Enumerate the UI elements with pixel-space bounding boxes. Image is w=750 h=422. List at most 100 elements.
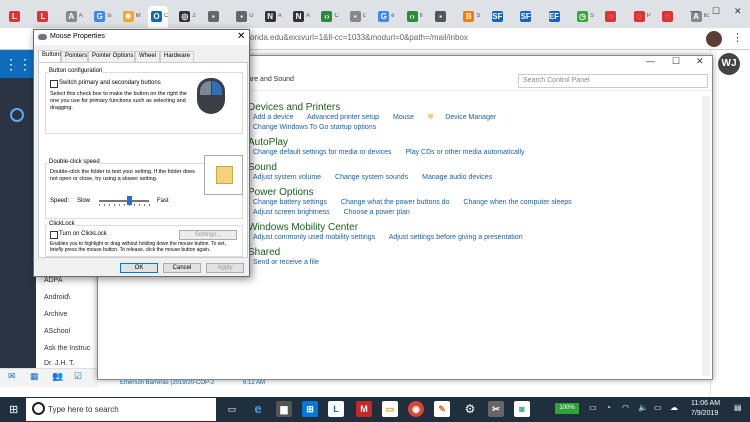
maximize-icon[interactable]: ☐ <box>712 6 720 17</box>
browser-tab[interactable]: L <box>6 6 26 28</box>
close-icon[interactable]: ✕ <box>237 31 245 42</box>
settings-button[interactable]: Settings... <box>179 230 237 240</box>
folder-item[interactable]: ADPA <box>44 277 63 284</box>
browser-tab[interactable]: BS <box>460 6 480 28</box>
tab-pointer-options[interactable]: Pointer Options <box>88 51 135 62</box>
avatar[interactable]: WJ <box>718 53 740 75</box>
battery-indicator[interactable]: 100% <box>555 403 579 414</box>
browser-tab[interactable]: NA <box>262 6 282 28</box>
browser-tab[interactable]: SF <box>517 6 537 28</box>
close-icon[interactable]: ✕ <box>696 56 704 67</box>
snip-icon[interactable]: ✂ <box>488 401 504 417</box>
section-title[interactable]: Devices and Printers <box>248 102 340 113</box>
network-icon[interactable]: ◔ <box>606 403 611 412</box>
onedrive-icon[interactable]: ☁ <box>670 403 678 412</box>
section-link[interactable]: Manage audio devices <box>422 174 492 181</box>
section-title[interactable]: Shared <box>248 247 280 258</box>
chrome-icon[interactable]: ◉ <box>408 401 424 417</box>
volume-icon[interactable]: 🔈 <box>638 403 648 412</box>
clock-time[interactable]: 11:06 AM <box>691 400 720 407</box>
menu-dots-icon[interactable]: ⋮ <box>732 31 743 44</box>
clock-date[interactable]: 7/9/2019 <box>691 410 718 417</box>
tab-buttons[interactable]: Buttons <box>38 50 62 62</box>
browser-tab[interactable]: ✸ M <box>120 6 141 28</box>
profile-icon[interactable] <box>706 31 722 47</box>
test-folder-box[interactable] <box>204 155 243 195</box>
browser-tab[interactable]: L <box>34 6 54 28</box>
section-link[interactable]: Change Windows To Go startup options <box>253 124 376 131</box>
ime-icon[interactable]: ▭ <box>654 403 662 412</box>
section-link[interactable]: Choose a power plan <box>344 209 410 216</box>
folder-item[interactable]: Archive <box>44 311 67 318</box>
section-link[interactable]: Adjust system volume <box>253 174 321 181</box>
mail-icon[interactable]: ✉ <box>8 371 16 382</box>
app-launcher-icon[interactable]: ⋮⋮ <box>0 50 36 78</box>
checkbox-label[interactable]: Switch primary and secondary buttons <box>59 80 161 87</box>
browser-tab[interactable]: ▪ <box>432 6 452 28</box>
section-link[interactable]: Play CDs or other media automatically <box>405 149 524 156</box>
browser-tab[interactable]: ◎ 2 <box>176 6 196 28</box>
folder-item[interactable]: ASchool <box>44 328 70 335</box>
section-link[interactable]: Change system sounds <box>335 174 408 181</box>
tasks-icon[interactable]: ☑ <box>74 371 82 382</box>
mcafee-icon[interactable]: M <box>356 401 372 417</box>
minimize-icon[interactable]: — <box>646 56 655 66</box>
wifi-icon[interactable]: ◠ <box>622 403 629 412</box>
back-icon[interactable] <box>10 108 24 122</box>
browser-tab[interactable]: ◌ P <box>631 6 651 28</box>
browser-tab[interactable]: Ge <box>375 6 395 28</box>
browser-tab[interactable]: Gsi <box>91 6 112 28</box>
section-title[interactable]: Windows Mobility Center <box>248 222 358 233</box>
store-icon[interactable]: ⊞ <box>302 401 318 417</box>
checkbox-label[interactable]: Turn on ClickLock <box>59 231 107 238</box>
browser-tab[interactable]: ▪ c <box>347 6 367 28</box>
section-link[interactable]: Adjust commonly used mobility settings <box>253 234 375 241</box>
close-icon[interactable]: ✕ <box>734 6 742 17</box>
section-title[interactable]: AutoPlay <box>248 137 288 148</box>
section-link[interactable]: Mouse <box>393 114 414 121</box>
notes-icon[interactable]: ▭ <box>382 401 398 417</box>
section-title[interactable]: Sound <box>248 162 277 173</box>
browser-tab[interactable]: SF <box>489 6 509 28</box>
section-link[interactable]: Add a device <box>253 114 293 121</box>
clicklock-checkbox[interactable] <box>50 231 58 239</box>
people-icon[interactable]: 👥 <box>52 371 63 382</box>
section-link[interactable]: Change when the computer sleeps <box>463 199 571 206</box>
breadcrumb[interactable]: are and Sound <box>248 76 294 83</box>
app-l-icon[interactable]: L <box>328 401 344 417</box>
search-placeholder[interactable]: Type here to search <box>48 405 119 414</box>
tab-hardware[interactable]: Hardware <box>160 51 194 62</box>
file-explorer-icon[interactable]: ▆ <box>276 401 292 417</box>
switch-buttons-checkbox[interactable] <box>50 80 58 88</box>
browser-tab[interactable]: ◌ <box>602 6 622 28</box>
browser-tab[interactable]: OC <box>148 6 168 28</box>
browser-tab[interactable]: EF <box>546 6 566 28</box>
section-link[interactable]: Adjust settings before giving a presenta… <box>389 234 523 241</box>
task-view-icon[interactable]: ▭ <box>224 401 240 417</box>
taskbar-search[interactable]: Type here to search <box>26 398 216 421</box>
folder-item[interactable]: Android\ <box>44 294 70 301</box>
section-link[interactable]: Change default settings for media or dev… <box>253 149 392 156</box>
ok-button[interactable]: OK <box>120 263 158 273</box>
section-link[interactable]: Device Manager <box>445 114 496 121</box>
tab-pointers[interactable]: Pointers <box>61 51 88 62</box>
browser-tab[interactable]: ◷ S <box>574 6 594 28</box>
calendar-icon[interactable]: ▦ <box>30 371 39 382</box>
folder-item[interactable]: Ask the Instruc <box>44 345 90 352</box>
browser-tab[interactable]: ‹› fi <box>404 6 424 28</box>
browser-tab[interactable]: ▪ U <box>233 6 254 28</box>
windows-start-icon[interactable]: ⊞ <box>9 403 18 416</box>
section-title[interactable]: Power Options <box>248 187 314 198</box>
maximize-icon[interactable]: ☐ <box>672 56 680 67</box>
tab-wheel[interactable]: Wheel <box>135 51 160 62</box>
section-link[interactable]: Adjust screen brightness <box>253 209 330 216</box>
paint-icon[interactable]: ✎ <box>434 401 450 417</box>
edge-icon[interactable]: e <box>250 401 266 417</box>
browser-tab[interactable]: ‹› C <box>318 6 339 28</box>
minimize-icon[interactable]: — <box>690 6 699 16</box>
speed-slider-track[interactable] <box>99 200 149 202</box>
browser-tab[interactable]: NA <box>290 6 310 28</box>
url-text[interactable]: florida.edu&exsvurl=1&ll-cc=1033&modurl=… <box>246 33 468 42</box>
battery-icon[interactable]: ▭ <box>589 403 597 412</box>
email-sender[interactable]: Emerson Barreras (2019/20-COP-2 <box>120 380 214 386</box>
